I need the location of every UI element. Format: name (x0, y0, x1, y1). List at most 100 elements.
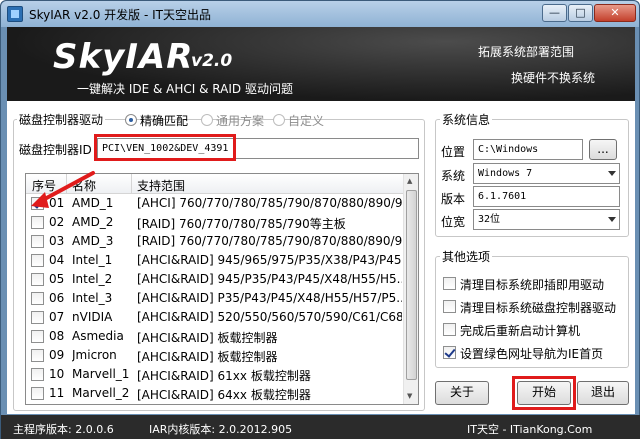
list-scrollbar[interactable]: ▲ ▼ (403, 174, 418, 404)
table-row[interactable]: 03 AMD_3 [RAID] 760/770/780/785/790/870/… (26, 232, 404, 251)
row-range: [AHCI&RAID] 520/550/560/570/590/C61/C68.… (137, 310, 402, 324)
exit-button[interactable]: 退出 (577, 381, 629, 405)
row-number: 06 (49, 291, 65, 305)
header-divider[interactable] (131, 174, 132, 194)
row-number: 03 (49, 234, 65, 248)
arch-select[interactable]: 32位 (473, 209, 620, 230)
header-divider[interactable] (66, 174, 67, 194)
system-select-value: Windows 7 (478, 168, 533, 179)
highlight-controller-id (94, 134, 236, 161)
row-name: Asmedia (72, 329, 124, 343)
table-row[interactable]: 05 Intel_2 [AHCI&RAID] 945/P35/P43/P45/X… (26, 270, 404, 289)
mode-generic-label[interactable]: 通用方案 (216, 112, 264, 129)
table-row[interactable]: 10 Marvell_1 [AHCI&RAID] 61xx 板载控制器 (26, 365, 404, 384)
row-name: Marvell_2 (72, 386, 130, 400)
window-title: SkyIAR v2.0 开发版 - IT天空出品 (29, 8, 211, 22)
table-row[interactable]: 06 Intel_3 [AHCI&RAID] P35/P43/P45/X48/H… (26, 289, 404, 308)
mode-exact-label[interactable]: 精确匹配 (140, 112, 188, 129)
table-row[interactable]: 01 AMD_1 [AHCI] 760/770/780/785/790/870/… (26, 194, 404, 213)
header-range[interactable]: 支持范围 (137, 177, 185, 194)
row-checkbox[interactable] (31, 368, 44, 381)
row-checkbox[interactable] (31, 273, 44, 286)
app-icon (7, 6, 23, 22)
row-checkbox[interactable] (31, 254, 44, 267)
scroll-up-icon[interactable]: ▲ (407, 177, 412, 185)
option-clean-pnp-label[interactable]: 清理目标系统即插即用驱动 (460, 276, 604, 293)
highlight-start-button (512, 376, 576, 410)
row-number: 08 (49, 329, 65, 343)
row-name: AMD_2 (72, 215, 114, 229)
close-button[interactable]: ✕ (594, 4, 636, 22)
driver-group-title: 磁盘控制器驱动 (17, 111, 106, 128)
about-button[interactable]: 关于 (435, 381, 489, 405)
row-name: AMD_3 (72, 234, 114, 248)
mode-generic-radio[interactable] (201, 114, 213, 126)
sysinfo-group-title: 系统信息 (440, 111, 493, 128)
option-clean-pnp-checkbox[interactable] (443, 277, 456, 290)
row-name: Jmicron (72, 348, 117, 362)
header-number[interactable]: 序号 (32, 177, 56, 194)
maximize-button[interactable]: □ (568, 4, 593, 22)
row-checkbox[interactable] (31, 235, 44, 248)
driver-list[interactable]: 序号 名称 支持范围 01 AMD_1 [AHCI] 760/770/780/7… (25, 173, 419, 405)
row-range: [AHCI&RAID] P35/P43/P45/X48/H55/H57/P5..… (137, 291, 402, 305)
mode-exact-radio[interactable] (125, 114, 137, 126)
version-field[interactable]: 6.1.7601 (473, 186, 620, 207)
option-homepage-label[interactable]: 设置绿色网址导航为IE首页 (460, 345, 603, 362)
banner-slogan-1: 拓展系统部署范围 (478, 45, 575, 59)
option-clean-controller-label[interactable]: 清理目标系统磁盘控制器驱动 (460, 299, 616, 316)
row-checkbox[interactable] (31, 197, 44, 210)
row-number: 02 (49, 215, 65, 229)
chevron-down-icon[interactable] (608, 171, 616, 176)
header-name[interactable]: 名称 (72, 177, 96, 194)
chevron-down-icon[interactable] (608, 217, 616, 222)
row-range: [AHCI&RAID] 板载控制器 (137, 350, 278, 364)
row-checkbox[interactable] (31, 330, 44, 343)
row-checkbox[interactable] (31, 311, 44, 324)
row-range: [AHCI&RAID] 945/965/975/P35/X38/P43/P45.… (137, 253, 402, 267)
location-label: 位置 (441, 145, 466, 159)
row-checkbox[interactable] (31, 216, 44, 229)
version-label: 版本 (441, 192, 466, 206)
banner-logo: SkyIAR (53, 37, 194, 77)
row-name: Intel_2 (72, 272, 113, 286)
mode-custom-label[interactable]: 自定义 (288, 112, 324, 129)
table-row[interactable]: 08 Asmedia [AHCI&RAID] 板载控制器 (26, 327, 404, 346)
banner-slogan-2: 换硬件不换系统 (511, 71, 596, 85)
system-select[interactable]: Windows 7 (473, 163, 620, 184)
row-range: [AHCI&RAID] 64xx 板载控制器 (137, 388, 311, 402)
table-row[interactable]: 02 AMD_2 [RAID] 760/770/780/785/790等主板 (26, 213, 404, 232)
scroll-thumb[interactable] (406, 190, 417, 380)
option-homepage-checkbox[interactable] (443, 346, 456, 359)
banner-subtitle: 一键解决 IDE & AHCI & RAID 驱动问题 (77, 82, 293, 96)
row-number: 10 (49, 367, 65, 381)
row-checkbox[interactable] (31, 387, 44, 400)
table-row[interactable]: 09 Jmicron [AHCI&RAID] 板载控制器 (26, 346, 404, 365)
row-number: 09 (49, 348, 65, 362)
location-field[interactable]: C:\Windows (473, 139, 583, 160)
title-bar[interactable]: SkyIAR v2.0 开发版 - IT天空出品 — □ ✕ (1, 1, 639, 27)
main-version-text: 主程序版本: 2.0.0.6 (13, 423, 114, 436)
iar-version-text: IAR内核版本: 2.0.2012.905 (149, 423, 293, 436)
row-number: 01 (49, 196, 65, 210)
mode-custom-radio[interactable] (273, 114, 285, 126)
list-header: 序号 名称 支持范围 (26, 174, 404, 194)
row-range: [AHCI&RAID] 61xx 板载控制器 (137, 369, 311, 383)
scroll-down-icon[interactable]: ▼ (407, 392, 412, 400)
row-number: 07 (49, 310, 65, 324)
row-name: AMD_1 (72, 196, 114, 210)
site-link[interactable]: IT天空 - ITianKong.Com (467, 421, 592, 437)
arch-select-value: 32位 (478, 214, 501, 225)
row-name: Marvell_1 (72, 367, 130, 381)
option-reboot-checkbox[interactable] (443, 323, 456, 336)
table-row[interactable]: 04 Intel_1 [AHCI&RAID] 945/965/975/P35/X… (26, 251, 404, 270)
minimize-button[interactable]: — (542, 4, 567, 22)
option-reboot-label[interactable]: 完成后重新启动计算机 (460, 322, 580, 339)
browse-button[interactable]: ... (589, 139, 617, 160)
table-row[interactable]: 11 Marvell_2 [AHCI&RAID] 64xx 板载控制器 (26, 384, 404, 403)
row-checkbox[interactable] (31, 349, 44, 362)
table-row[interactable]: 07 nVIDIA [AHCI&RAID] 520/550/560/570/59… (26, 308, 404, 327)
option-clean-controller-checkbox[interactable] (443, 300, 456, 313)
system-label: 系统 (441, 169, 466, 183)
row-checkbox[interactable] (31, 292, 44, 305)
